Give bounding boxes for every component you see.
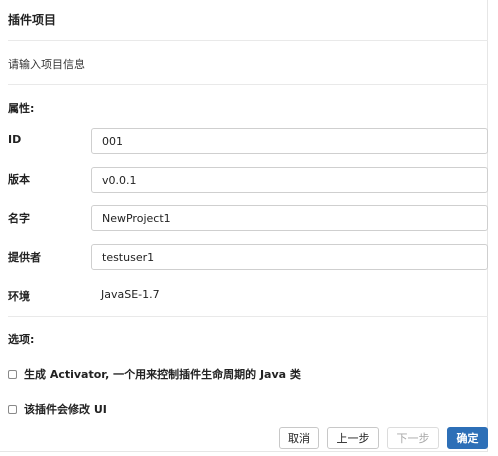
generate-activator-label: 生成 Activator, 一个用来控制插件生命周期的 Java 类 <box>24 368 301 381</box>
dialog-title: 插件项目 <box>8 13 57 27</box>
version-label: 版本 <box>8 173 30 186</box>
name-label: 名字 <box>8 212 30 225</box>
title-divider <box>8 40 488 41</box>
options-section-label: 选项: <box>8 333 35 346</box>
previous-button[interactable]: 上一步 <box>327 427 379 449</box>
version-input[interactable] <box>91 167 488 193</box>
generate-activator-checkbox[interactable] <box>8 369 17 379</box>
next-button[interactable]: 下一步 <box>387 427 439 449</box>
name-input[interactable] <box>91 205 488 231</box>
provider-input[interactable] <box>91 244 488 270</box>
properties-section-label: 属性: <box>8 102 35 115</box>
environment-value: JavaSE-1.7 <box>101 288 160 301</box>
environment-label: 环境 <box>8 290 30 303</box>
generate-activator-option[interactable]: 生成 Activator, 一个用来控制插件生命周期的 Java 类 <box>8 366 301 382</box>
subtitle-divider <box>8 84 488 85</box>
properties-divider <box>8 316 488 317</box>
id-input[interactable] <box>91 128 488 154</box>
plugin-project-dialog: 插件项目 请输入项目信息 属性: ID 版本 名字 提供者 环境 JavaSE-… <box>0 0 488 452</box>
dialog-subtitle: 请输入项目信息 <box>8 58 85 71</box>
confirm-button[interactable]: 确定 <box>447 427 488 449</box>
cancel-button[interactable]: 取消 <box>279 427 319 449</box>
modify-ui-label: 该插件会修改 UI <box>24 403 107 416</box>
id-label: ID <box>8 133 22 146</box>
modify-ui-option[interactable]: 该插件会修改 UI <box>8 401 107 417</box>
provider-label: 提供者 <box>8 251 41 264</box>
modify-ui-checkbox[interactable] <box>8 404 17 414</box>
